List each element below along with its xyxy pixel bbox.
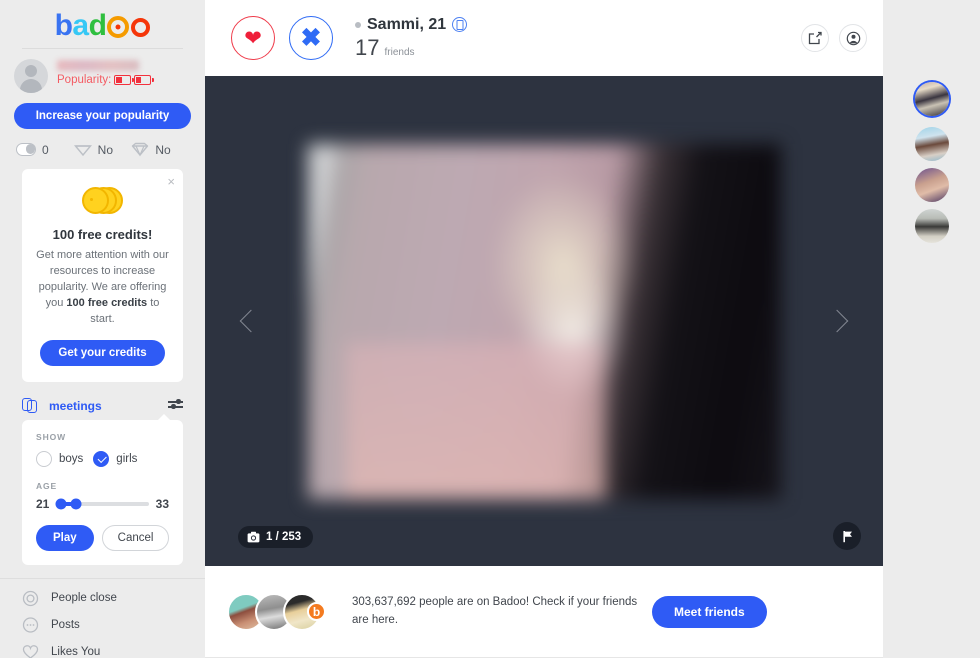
premium-value: No bbox=[155, 142, 171, 157]
chevron-right-icon bbox=[825, 309, 849, 333]
chat-bubble-icon bbox=[22, 617, 39, 634]
rail-avatar-4[interactable] bbox=[914, 209, 949, 243]
photo-counter-text: 1 / 253 bbox=[266, 531, 302, 543]
rail-avatar-2[interactable] bbox=[914, 127, 949, 161]
credits-value: 0 bbox=[42, 142, 49, 157]
credits-description: Get more attention with our resources to… bbox=[36, 248, 169, 328]
option-girls[interactable]: girls bbox=[93, 450, 138, 467]
age-max-value: 33 bbox=[155, 496, 169, 511]
diamond-outline-icon bbox=[73, 145, 92, 157]
heart-outline-icon bbox=[22, 644, 39, 658]
promo-banner: b 303,637,692 people are on Badoo! Check… bbox=[205, 566, 883, 658]
credits-desc-bold: 100 free credits bbox=[66, 296, 148, 309]
sidebar-label-people-close: People close bbox=[51, 592, 117, 605]
user-avatar[interactable] bbox=[14, 59, 48, 93]
gender-options: boys girls bbox=[36, 450, 169, 467]
sidebar-item-posts[interactable]: Posts bbox=[0, 612, 205, 639]
friends-label: friends bbox=[384, 46, 415, 58]
skip-button[interactable]: ✖ bbox=[289, 16, 333, 60]
chevron-left-icon bbox=[239, 309, 263, 333]
option-boys-label: boys bbox=[59, 452, 84, 465]
free-credits-card: × 100 free credits! Get more attention w… bbox=[22, 169, 183, 382]
stat-super-powers[interactable]: No bbox=[73, 142, 132, 157]
right-rail bbox=[883, 0, 980, 658]
show-label: SHOW bbox=[36, 431, 67, 442]
x-icon: ✖ bbox=[300, 23, 322, 52]
username-blurred bbox=[57, 60, 139, 71]
sidebar-label-posts: Posts bbox=[51, 619, 80, 632]
online-status-dot bbox=[355, 21, 361, 28]
share-button[interactable] bbox=[801, 24, 829, 52]
radio-girls-checked-icon bbox=[93, 450, 110, 467]
age-label: AGE bbox=[36, 480, 58, 491]
option-girls-label: girls bbox=[116, 452, 138, 465]
credits-icon bbox=[16, 143, 36, 156]
target-icon bbox=[22, 590, 39, 607]
flag-icon bbox=[842, 530, 852, 542]
left-sidebar: bad Popularity: Increase your popularity bbox=[0, 0, 205, 658]
option-boys[interactable]: boys bbox=[36, 450, 84, 467]
stat-credits[interactable]: 0 bbox=[16, 143, 74, 157]
sliders-icon[interactable] bbox=[168, 399, 183, 412]
slider-track[interactable] bbox=[55, 498, 149, 510]
promo-text: 303,637,692 people are on Badoo! Check i… bbox=[352, 596, 638, 626]
rail-avatar-3[interactable] bbox=[914, 168, 949, 202]
report-button[interactable] bbox=[833, 522, 861, 550]
radio-boys-icon bbox=[36, 450, 52, 467]
close-icon[interactable]: × bbox=[167, 175, 175, 188]
mobile-icon bbox=[452, 17, 468, 32]
play-button[interactable]: Play bbox=[36, 524, 94, 551]
cancel-button[interactable]: Cancel bbox=[101, 524, 170, 551]
coins-icon bbox=[81, 187, 124, 217]
share-icon bbox=[808, 31, 822, 45]
main-content: ❤ ✖ Sammi, 21 17 friends 1 / 253 b 303,6… bbox=[205, 0, 883, 658]
popularity-meter-1 bbox=[114, 75, 134, 85]
profile-identity: Sammi, 21 17 friends bbox=[355, 16, 801, 61]
logo-text: bad bbox=[55, 11, 151, 41]
sidebar-label-likes-you: Likes You bbox=[51, 646, 101, 658]
increase-popularity-button[interactable]: Increase your popularity bbox=[14, 103, 191, 129]
heart-icon: ❤ bbox=[244, 26, 262, 50]
slider-handle-max[interactable] bbox=[70, 498, 82, 510]
profile-name: Sammi, 21 bbox=[367, 15, 447, 33]
logo-o-ring2-icon bbox=[131, 18, 151, 37]
meetings-title[interactable]: meetings bbox=[49, 399, 158, 413]
photo-frame[interactable] bbox=[308, 144, 781, 499]
friends-count: 17 bbox=[355, 34, 380, 60]
promo-avatars: b bbox=[227, 592, 326, 631]
profile-stats: 0 No No bbox=[14, 142, 191, 157]
logo-o-ring-icon bbox=[107, 16, 130, 38]
meetings-filter-card: SHOW boys girls AGE 21 33 Play Cancel bbox=[22, 413, 183, 565]
sidebar-item-likes-you[interactable]: Likes You bbox=[0, 639, 205, 658]
super-powers-value: No bbox=[97, 142, 114, 157]
profile-toolbar: ❤ ✖ Sammi, 21 17 friends bbox=[205, 0, 883, 76]
diamond-icon bbox=[132, 142, 149, 157]
popularity-label: Popularity: bbox=[57, 74, 112, 86]
get-credits-button[interactable]: Get your credits bbox=[40, 339, 165, 366]
sidebar-nav: People close Posts Likes You Favorites v… bbox=[0, 577, 205, 658]
meet-friends-button[interactable]: Meet friends bbox=[652, 595, 767, 628]
camera-icon bbox=[247, 531, 260, 543]
cards-icon bbox=[22, 397, 39, 414]
add-friend-button[interactable] bbox=[839, 24, 867, 52]
sidebar-item-people-close[interactable]: People close bbox=[0, 585, 205, 612]
photo-counter[interactable]: 1 / 253 bbox=[238, 526, 314, 548]
profile-summary: Popularity: Increase your popularity 0 N… bbox=[0, 49, 205, 157]
slider-handle-min[interactable] bbox=[55, 498, 67, 510]
rail-avatar-1[interactable] bbox=[914, 82, 949, 116]
badoo-app: bad Popularity: Increase your popularity bbox=[0, 0, 980, 658]
age-range-slider[interactable]: 21 33 bbox=[36, 497, 169, 511]
badoo-badge-icon: b bbox=[307, 602, 326, 621]
age-min-value: 21 bbox=[36, 496, 50, 511]
badoo-logo[interactable]: bad bbox=[0, 0, 205, 46]
prev-photo-button[interactable] bbox=[231, 291, 271, 351]
stat-premium[interactable]: No bbox=[131, 142, 189, 157]
credits-title: 100 free credits! bbox=[52, 227, 153, 242]
toolbar-actions bbox=[801, 24, 867, 52]
popularity-meter-2 bbox=[134, 75, 154, 85]
next-photo-button[interactable] bbox=[817, 291, 857, 351]
photo-stage: 1 / 253 bbox=[205, 76, 883, 566]
person-add-icon bbox=[846, 31, 860, 45]
like-button[interactable]: ❤ bbox=[231, 16, 275, 60]
